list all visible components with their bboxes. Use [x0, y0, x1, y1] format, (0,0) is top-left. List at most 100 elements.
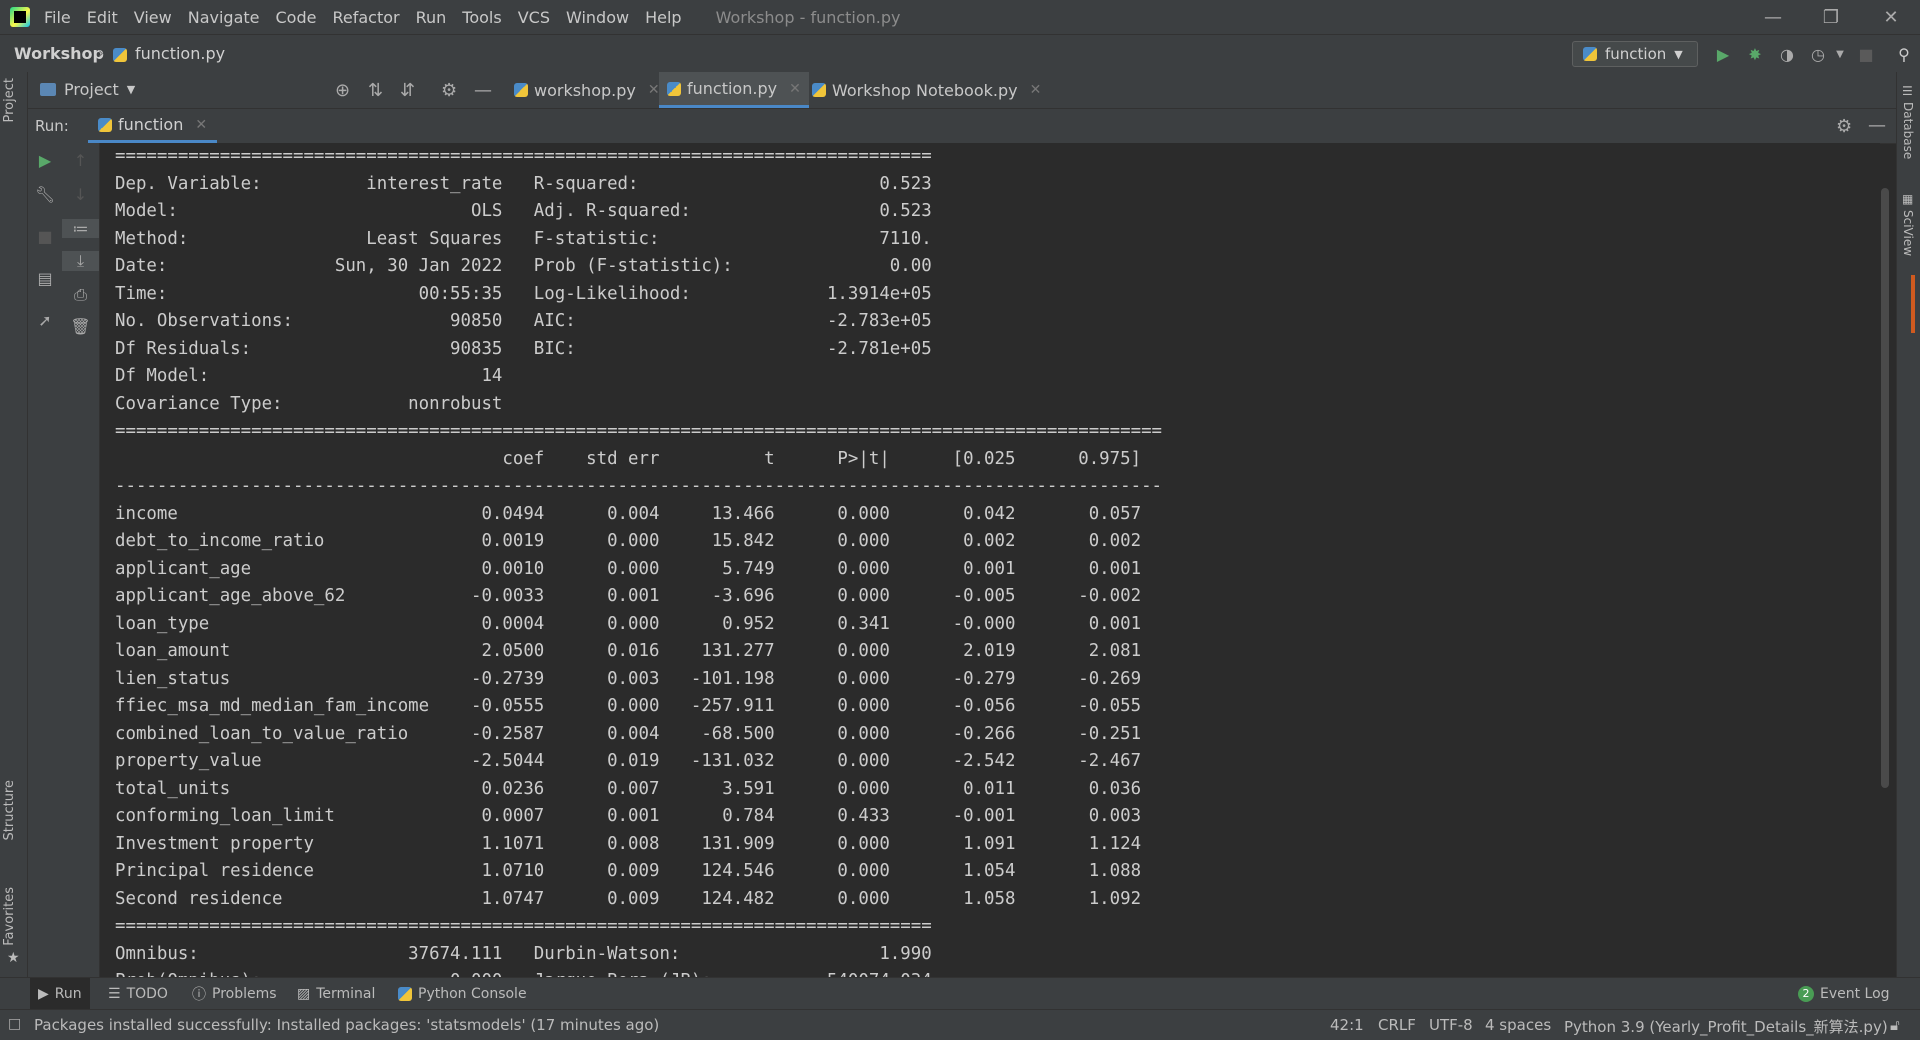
- menu-help[interactable]: Help: [645, 8, 681, 27]
- menu-vcs[interactable]: VCS: [518, 8, 550, 27]
- restore-layout-icon[interactable]: ▤: [28, 269, 62, 288]
- breadcrumb-separator-icon: ›: [98, 44, 104, 62]
- close-tab-icon[interactable]: ✕: [789, 81, 801, 97]
- tab-run[interactable]: ▶ Run: [30, 978, 90, 1010]
- python-file-icon: [667, 81, 681, 96]
- close-tab-icon[interactable]: ✕: [195, 117, 207, 133]
- python-file-icon: [113, 46, 127, 64]
- tab-label: Python Console: [418, 986, 527, 1002]
- collapse-all-icon[interactable]: ⇵: [400, 80, 415, 101]
- arrow-down-icon[interactable]: ↓: [62, 185, 99, 204]
- event-log-label: Event Log: [1820, 986, 1890, 1002]
- database-tool-window-button[interactable]: Database: [1901, 102, 1915, 159]
- project-view-selector[interactable]: Project ▼: [40, 80, 135, 99]
- close-tab-icon[interactable]: ✕: [1030, 82, 1042, 98]
- tab-terminal[interactable]: ▨ Terminal: [289, 978, 383, 1010]
- info-icon: ⓘ: [192, 987, 206, 1003]
- list-icon: ☰: [108, 986, 121, 1002]
- run-icon: ▶: [38, 986, 49, 1002]
- minimize-icon[interactable]: —: [1744, 0, 1802, 34]
- sciview-icon: ▦: [1902, 192, 1914, 206]
- menu-edit[interactable]: Edit: [87, 8, 118, 27]
- run-config-label: function: [1605, 45, 1667, 63]
- tab-label: Workshop Notebook.py: [832, 80, 1018, 100]
- python-icon: [98, 117, 112, 132]
- database-icon: ☰: [1902, 84, 1913, 98]
- profile-icon[interactable]: ◷: [1808, 44, 1828, 64]
- close-icon[interactable]: ✕: [1862, 0, 1920, 34]
- console-scrollbar[interactable]: [1881, 188, 1889, 788]
- breadcrumb-file[interactable]: function.py: [135, 44, 225, 63]
- run-tab-function[interactable]: function ✕: [88, 109, 218, 143]
- stop-icon[interactable]: ■: [1856, 44, 1876, 64]
- python-file-icon: [812, 83, 826, 97]
- left-tool-stripe: Project Structure Favorites ★: [0, 72, 28, 977]
- line-separator[interactable]: CRLF: [1378, 1016, 1416, 1034]
- structure-tool-window-button[interactable]: Structure: [2, 780, 17, 840]
- project-tool-window-button[interactable]: Project: [2, 78, 17, 122]
- tab-label: Problems: [212, 986, 277, 1002]
- tab-todo[interactable]: ☰ TODO: [100, 978, 176, 1010]
- right-tool-stripe: ☰ Database ▦ SciView: [1896, 72, 1920, 977]
- tab-function-py[interactable]: function.py ✕: [659, 72, 809, 108]
- menu-refactor[interactable]: Refactor: [332, 8, 399, 27]
- tab-workshop-py[interactable]: workshop.py ✕: [506, 72, 668, 108]
- menu-file[interactable]: File: [44, 8, 71, 27]
- menu-tools[interactable]: Tools: [462, 8, 501, 27]
- arrow-up-icon[interactable]: ↑: [62, 151, 99, 170]
- tab-label: Terminal: [316, 986, 376, 1002]
- python-interpreter[interactable]: Python 3.9 (Yearly_Profit_Details_新算法.py…: [1564, 1016, 1888, 1037]
- wrench-icon[interactable]: 🔧︎: [28, 185, 62, 204]
- console-output[interactable]: ========================================…: [100, 143, 1880, 977]
- locate-icon[interactable]: ⊕: [335, 80, 350, 101]
- rerun-icon[interactable]: ▶: [28, 151, 62, 170]
- menu-run[interactable]: Run: [416, 8, 447, 27]
- print-icon[interactable]: ⎙: [62, 285, 99, 305]
- menu-navigate[interactable]: Navigate: [188, 8, 260, 27]
- tab-label: TODO: [126, 986, 168, 1002]
- tab-label: function.py: [687, 79, 778, 98]
- close-tab-icon[interactable]: ✕: [648, 82, 660, 98]
- tab-label: Run: [54, 986, 82, 1002]
- window-title: Workshop - function.py: [715, 7, 901, 27]
- tab-workshop-notebook-py[interactable]: Workshop Notebook.py ✕: [804, 72, 1049, 108]
- soft-wrap-icon[interactable]: ≔: [62, 219, 99, 238]
- restore-icon[interactable]: ❐: [1802, 0, 1860, 34]
- menu-view[interactable]: View: [134, 8, 172, 27]
- scroll-to-end-icon[interactable]: ⤓: [62, 251, 99, 271]
- navigation-bar: Workshop › function.py function ▼ ▶ ✸ ◑ …: [0, 34, 1920, 74]
- menu-window[interactable]: Window: [566, 8, 629, 27]
- menu-bar: File Edit View Navigate Code Refactor Ru…: [0, 0, 1920, 34]
- favorites-tool-window-button[interactable]: Favorites: [2, 887, 17, 946]
- stop-icon[interactable]: ■: [28, 227, 62, 246]
- event-log-button[interactable]: 2 Event Log: [1790, 978, 1898, 1010]
- expand-all-icon[interactable]: ⇅: [368, 80, 383, 101]
- tab-problems[interactable]: ⓘ Problems: [184, 978, 285, 1010]
- caret-position[interactable]: 42:1: [1330, 1016, 1364, 1034]
- breadcrumb-project[interactable]: Workshop: [14, 44, 104, 63]
- chevron-down-icon[interactable]: ▼: [1830, 44, 1850, 64]
- coverage-icon[interactable]: ◑: [1777, 44, 1797, 64]
- lock-icon[interactable]: 🔓︎: [1890, 1016, 1900, 1034]
- gear-icon[interactable]: ⚙: [1836, 116, 1852, 137]
- run-tab-label: function: [118, 115, 184, 134]
- search-icon[interactable]: ⚲: [1894, 44, 1914, 64]
- gear-icon[interactable]: ⚙: [441, 80, 457, 101]
- indent-setting[interactable]: 4 spaces: [1485, 1016, 1551, 1034]
- hide-panel-icon[interactable]: —: [1868, 115, 1886, 136]
- python-icon: [398, 987, 412, 1001]
- menu-code[interactable]: Code: [276, 8, 317, 27]
- file-encoding[interactable]: UTF-8: [1429, 1016, 1473, 1034]
- sciview-tool-window-button[interactable]: SciView: [1901, 210, 1915, 256]
- status-message[interactable]: Packages installed successfully: Install…: [34, 1016, 659, 1034]
- project-label: Project: [64, 80, 119, 99]
- hide-icon[interactable]: —: [474, 80, 492, 101]
- tab-python-console[interactable]: Python Console: [390, 978, 535, 1010]
- run-icon[interactable]: ▶: [1713, 44, 1733, 64]
- pin-icon[interactable]: ➚: [28, 311, 62, 330]
- debug-icon[interactable]: ✸: [1745, 44, 1765, 64]
- run-configuration-dropdown[interactable]: function ▼: [1572, 41, 1698, 67]
- toggle-tool-windows-icon[interactable]: □: [8, 1016, 21, 1032]
- trash-icon[interactable]: 🗑︎: [62, 317, 99, 336]
- run-panel-header: Run: function ✕ ⚙ —: [28, 109, 1896, 144]
